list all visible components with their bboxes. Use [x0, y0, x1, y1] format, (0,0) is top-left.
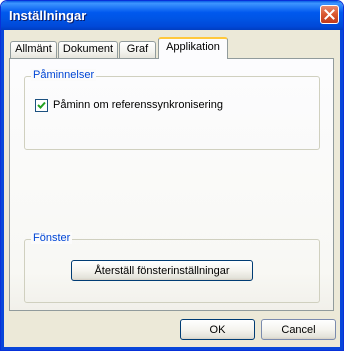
tab-label: Applikation	[166, 41, 220, 53]
check-icon	[37, 101, 46, 109]
title-bar[interactable]: Inställningar	[1, 1, 343, 30]
settings-dialog: Inställningar Allmänt Dokument Graf Appl…	[0, 0, 344, 351]
window-group: Fönster Återställ fönsterinställningar	[24, 232, 320, 303]
tab-panel: Påminnelser Påminn om referenssynkronise…	[9, 58, 334, 311]
ok-button[interactable]: OK	[180, 319, 255, 340]
window-group-legend: Fönster	[31, 232, 73, 244]
tab-applikation[interactable]: Applikation	[158, 37, 228, 59]
tab-label: Dokument	[62, 43, 114, 55]
reminders-group: Påminnelser Påminn om referenssynkronise…	[24, 69, 320, 150]
sync-reminder-label[interactable]: Påminn om referenssynkronisering	[53, 99, 223, 111]
close-icon	[324, 9, 335, 20]
reminders-legend: Påminnelser	[31, 69, 97, 81]
close-button[interactable]	[320, 5, 339, 24]
tab-label: Allmänt	[15, 43, 52, 55]
tab-dokument[interactable]: Dokument	[58, 41, 118, 58]
tab-graf[interactable]: Graf	[119, 41, 156, 58]
cancel-button[interactable]: Cancel	[261, 319, 336, 340]
window-frame-right	[340, 30, 343, 350]
window-title: Inställningar	[9, 8, 87, 23]
window-frame-left	[1, 30, 4, 350]
tab-allmant[interactable]: Allmänt	[10, 41, 57, 58]
tab-label: Graf	[126, 43, 149, 55]
sync-reminder-checkbox[interactable]	[35, 99, 48, 112]
reset-window-settings-button[interactable]: Återställ fönsterinställningar	[71, 260, 253, 281]
window-frame-bottom	[1, 347, 343, 350]
